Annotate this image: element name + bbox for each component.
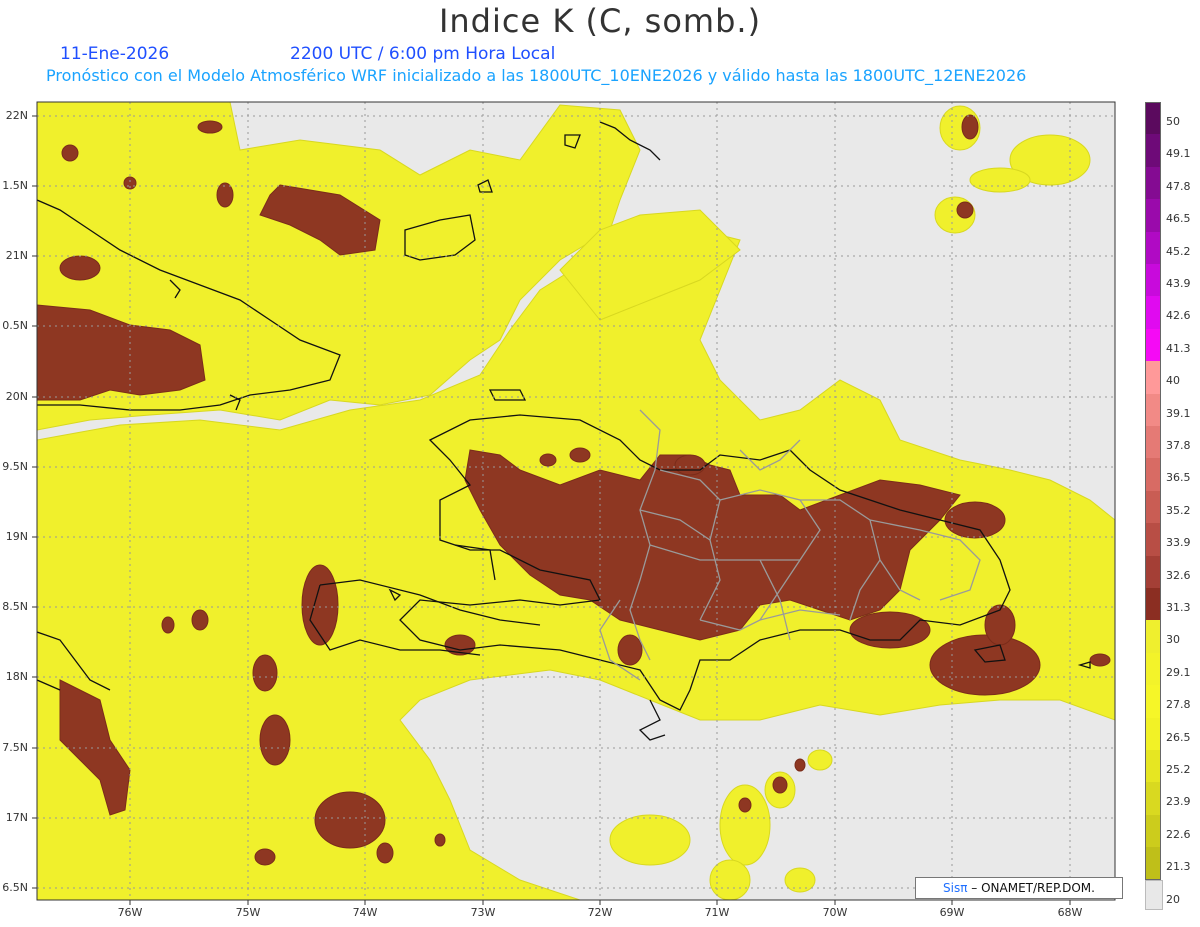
colorbar-label: 43.9 (1166, 277, 1191, 290)
colorbar-label: 42.6 (1166, 309, 1191, 323)
colorbar-label: 32.6 (1166, 568, 1191, 582)
colorbar-label: 20 (1166, 892, 1180, 906)
colorbar-label: 21.3 (1166, 860, 1191, 874)
forecast-time: 2200 UTC / 6:00 pm Hora Local (290, 44, 556, 64)
colorbar-label: 33.9 (1166, 536, 1191, 550)
lon-label: 69W (939, 906, 965, 919)
lat-label: 20N (5, 390, 28, 403)
lat-label: 18N (5, 670, 28, 683)
credit-org: – ONAMET/REP.DOM. (967, 881, 1095, 895)
colorbar-label: 26.5 (1166, 730, 1191, 744)
lon-label: 71W (704, 906, 730, 919)
colorbar-label: 50 (1166, 115, 1180, 128)
lat-label: 21N (5, 249, 28, 262)
lon-label: 76W (117, 906, 143, 919)
lat-label: 1.5N (2, 179, 28, 192)
forecast-subtitle: Pronóstico con el Modelo Atmosférico WRF… (46, 66, 1027, 85)
colorbar-label: 45.2 (1166, 244, 1191, 258)
lat-label: 19N (5, 530, 28, 543)
colorbar-label: 36.5 (1166, 471, 1191, 485)
colorbar-label: 37.8 (1166, 439, 1191, 452)
colorbar-label: 30 (1166, 633, 1180, 647)
lat-label: 17N (5, 811, 28, 824)
colorbar-label: 47.8 (1166, 179, 1191, 193)
colorbar-frame (1145, 102, 1161, 880)
lat-label: 7.5N (2, 741, 28, 754)
colorbar-label: 39.1 (1166, 406, 1191, 420)
lat-label: 6.5N (2, 881, 28, 894)
lon-label: 68W (1057, 906, 1083, 919)
colorbar-label: 29.1 (1166, 665, 1191, 679)
colorbar-label: 25.2 (1166, 763, 1191, 776)
lon-label: 72W (587, 906, 613, 919)
lat-label: 8.5N (2, 600, 28, 613)
colorbar-label: 31.3 (1166, 601, 1191, 614)
lon-label: 75W (235, 906, 261, 919)
colorbar-swatch-bottom (1145, 879, 1163, 910)
sis-logo-text: Sisπ (943, 881, 968, 895)
colorbar-label: 41.3 (1166, 341, 1191, 355)
colorbar-label: 27.8 (1166, 698, 1191, 712)
lat-label: 22N (5, 109, 28, 122)
lon-label: 70W (822, 906, 848, 919)
colorbar-label: 46.5 (1166, 212, 1191, 226)
lat-label: 0.5N (2, 319, 28, 332)
forecast-map (32, 101, 1116, 905)
map-title: Indice K (C, somb.) (438, 2, 762, 40)
forecast-date: 11-Ene-2026 (60, 44, 170, 64)
lon-label: 73W (470, 906, 496, 919)
lon-label: 74W (352, 906, 378, 919)
colorbar-label: 40 (1166, 374, 1180, 388)
colorbar-label: 49.1 (1166, 147, 1191, 161)
colorbar-label: 35.2 (1166, 503, 1191, 517)
lat-label: 9.5N (2, 460, 28, 473)
colorbar-label: 22.6 (1166, 827, 1191, 841)
credit-box: Sisπ – ONAMET/REP.DOM. (915, 877, 1123, 899)
colorbar-label: 23.9 (1166, 795, 1191, 809)
